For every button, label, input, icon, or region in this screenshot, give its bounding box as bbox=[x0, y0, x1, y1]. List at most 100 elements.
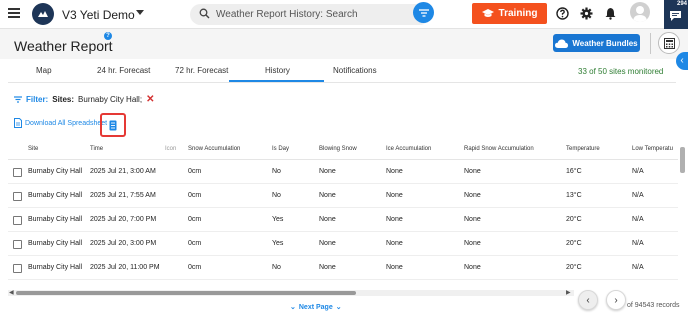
logo-icon[interactable] bbox=[32, 3, 54, 25]
vertical-scrollbar[interactable] bbox=[680, 147, 685, 173]
cell-rapid-snow-accumulation: None bbox=[464, 240, 481, 247]
cell-snow-accumulation: 0cm bbox=[188, 264, 202, 271]
table-row[interactable]: Burnaby City Hall 2025 Jul 20, 3:00 PM 0… bbox=[8, 233, 678, 256]
page-header: Weather Report ? Weather Bundles bbox=[0, 29, 688, 59]
column-header-icon[interactable]: Icon bbox=[165, 146, 176, 152]
bundle-download-button[interactable] bbox=[100, 113, 126, 137]
filter-icon bbox=[14, 95, 22, 103]
collapse-panel-icon[interactable]: ‹ bbox=[676, 52, 688, 70]
row-checkbox[interactable] bbox=[13, 264, 22, 273]
column-header-low-temperature[interactable]: Low Temperatu bbox=[632, 146, 673, 152]
column-header-is-day[interactable]: Is Day bbox=[272, 146, 289, 152]
cell-blowing-snow: None bbox=[319, 168, 336, 175]
table-row[interactable]: Burnaby City Hall 2025 Jul 20, 11:00 PM … bbox=[8, 257, 678, 280]
column-header-snow-accumulation[interactable]: Snow Accumulation bbox=[188, 146, 240, 152]
cell-time: 2025 Jul 20, 3:00 PM bbox=[90, 240, 157, 247]
active-filter: Filter: Sites: Burnaby City Hall; ✕ bbox=[14, 93, 154, 105]
bell-icon[interactable] bbox=[604, 7, 617, 20]
cell-site: Burnaby City Hall bbox=[28, 168, 83, 175]
tab-map[interactable]: Map bbox=[36, 66, 52, 75]
menu-icon[interactable] bbox=[8, 8, 20, 18]
next-page-link[interactable]: ⌄ Next Page ⌄ bbox=[290, 303, 342, 312]
weather-bundles-button[interactable]: Weather Bundles bbox=[553, 34, 640, 52]
next-page-label: Next Page bbox=[298, 303, 333, 311]
cell-low-temperature: N/A bbox=[632, 264, 644, 271]
cell-is-day: Yes bbox=[272, 240, 284, 247]
scroll-right-icon[interactable]: ▶ bbox=[566, 289, 571, 296]
column-header-ice-accumulation[interactable]: Ice Accumulation bbox=[386, 146, 431, 152]
cell-time: 2025 Jul 21, 7:55 AM bbox=[90, 192, 156, 199]
column-header-temperature[interactable]: Temperature bbox=[566, 146, 600, 152]
divider bbox=[650, 33, 651, 54]
horizontal-scrollbar-thumb[interactable] bbox=[16, 291, 356, 295]
chat-icon bbox=[670, 11, 681, 21]
cell-snow-accumulation: 0cm bbox=[188, 192, 202, 199]
cell-ice-accumulation: None bbox=[386, 240, 403, 247]
table-row[interactable]: Burnaby City Hall 2025 Jul 21, 7:55 AM 0… bbox=[8, 185, 678, 208]
page-title: Weather Report bbox=[14, 38, 113, 54]
chat-badge: 294 bbox=[676, 1, 687, 7]
training-button[interactable]: Training bbox=[472, 3, 547, 24]
download-spreadsheet-link[interactable]: Download All Spreadsheet bbox=[14, 118, 107, 128]
search-input[interactable] bbox=[216, 7, 396, 22]
row-checkbox[interactable] bbox=[13, 216, 22, 225]
training-label: Training bbox=[498, 8, 538, 19]
cell-temperature: 20°C bbox=[566, 240, 582, 247]
cell-time: 2025 Jul 21, 3:00 AM bbox=[90, 168, 156, 175]
gear-icon[interactable] bbox=[580, 7, 593, 20]
cell-ice-accumulation: None bbox=[386, 216, 403, 223]
scroll-left-icon[interactable]: ◀ bbox=[9, 289, 14, 296]
tab-notifications[interactable]: Notifications bbox=[333, 66, 377, 75]
cell-is-day: No bbox=[272, 264, 281, 271]
previous-page-button[interactable]: ‹ bbox=[578, 290, 598, 310]
cell-rapid-snow-accumulation: None bbox=[464, 192, 481, 199]
chevron-down-icon[interactable] bbox=[136, 10, 144, 15]
help-icon[interactable] bbox=[556, 7, 569, 20]
table-header: Site Time Icon Snow Accumulation Is Day … bbox=[8, 139, 678, 160]
cell-ice-accumulation: None bbox=[386, 192, 403, 199]
cell-blowing-snow: None bbox=[319, 240, 336, 247]
cell-site: Burnaby City Hall bbox=[28, 216, 83, 223]
help-icon[interactable]: ? bbox=[104, 32, 112, 40]
tab-72hr-forecast[interactable]: 72 hr. Forecast bbox=[175, 66, 228, 75]
weather-bundles-label: Weather Bundles bbox=[572, 38, 638, 48]
tab-history[interactable]: History bbox=[265, 66, 290, 75]
cell-ice-accumulation: None bbox=[386, 264, 403, 271]
top-bar: V3 Yeti Demo Training bbox=[0, 0, 688, 29]
row-checkbox[interactable] bbox=[13, 240, 22, 249]
tab-24hr-forecast[interactable]: 24 hr. Forecast bbox=[97, 66, 150, 75]
chat-button[interactable]: 294 bbox=[664, 0, 688, 29]
row-checkbox[interactable] bbox=[13, 168, 22, 177]
cell-is-day: Yes bbox=[272, 216, 284, 223]
table-row[interactable]: Burnaby City Hall 2025 Jul 21, 3:00 AM 0… bbox=[8, 161, 678, 184]
filter-button[interactable] bbox=[413, 2, 434, 23]
cloud-icon bbox=[555, 39, 569, 48]
cell-snow-accumulation: 0cm bbox=[188, 168, 202, 175]
table-row[interactable]: Burnaby City Hall 2025 Jul 20, 7:00 PM 0… bbox=[8, 209, 678, 232]
search-bar bbox=[190, 4, 430, 25]
filter-icon bbox=[418, 8, 429, 17]
download-label: Download All Spreadsheet bbox=[25, 119, 108, 127]
calculator-button[interactable] bbox=[658, 32, 680, 54]
row-checkbox[interactable] bbox=[13, 192, 22, 201]
cell-low-temperature: N/A bbox=[632, 192, 644, 199]
column-header-blowing-snow[interactable]: Blowing Snow bbox=[319, 146, 357, 152]
next-page-button[interactable]: › bbox=[606, 290, 626, 310]
column-header-site[interactable]: Site bbox=[28, 146, 38, 152]
app-title[interactable]: V3 Yeti Demo bbox=[62, 8, 135, 22]
avatar[interactable] bbox=[630, 2, 650, 22]
graduation-cap-icon bbox=[481, 9, 494, 17]
cell-rapid-snow-accumulation: None bbox=[464, 216, 481, 223]
chevron-down-icon: ⌄ bbox=[335, 304, 342, 311]
filter-sites-label: Sites: bbox=[52, 94, 75, 104]
column-header-time[interactable]: Time bbox=[90, 146, 103, 152]
cell-site: Burnaby City Hall bbox=[28, 192, 83, 199]
cell-low-temperature: N/A bbox=[632, 216, 644, 223]
column-header-rapid-snow-accumulation[interactable]: Rapid Snow Accumulation bbox=[464, 146, 534, 152]
remove-filter-icon[interactable]: ✕ bbox=[146, 94, 154, 105]
cell-snow-accumulation: 0cm bbox=[188, 216, 202, 223]
search-icon bbox=[199, 8, 210, 19]
cell-site: Burnaby City Hall bbox=[28, 264, 83, 271]
cell-temperature: 16°C bbox=[566, 168, 582, 175]
cell-site: Burnaby City Hall bbox=[28, 240, 83, 247]
